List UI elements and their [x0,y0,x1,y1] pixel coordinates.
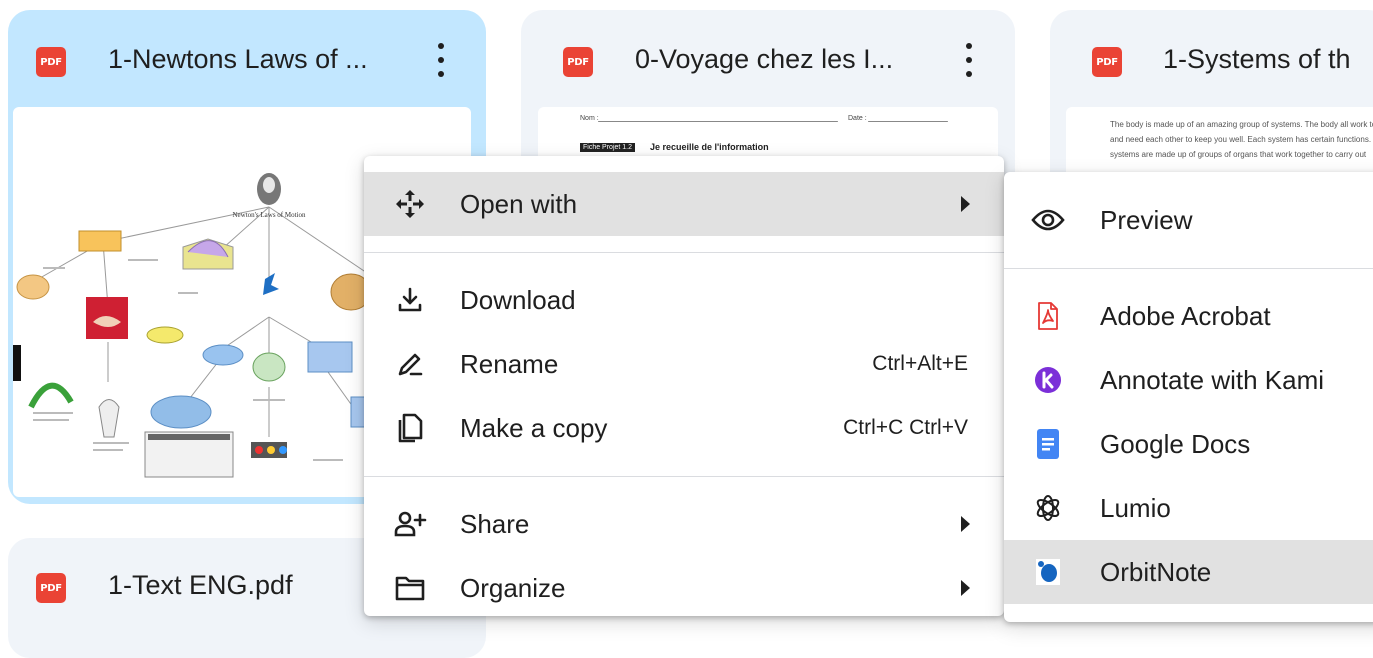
orbitnote-icon [1030,554,1066,590]
move-arrows-icon [392,186,428,222]
submenu-item-orbitnote[interactable]: OrbitNote [1004,540,1373,604]
menu-divider [1004,268,1373,269]
thumb-body-text: The body is made up of an amazing group … [1110,120,1373,159]
menu-item-rename[interactable]: Rename Ctrl+Alt+E [364,332,1004,396]
submenu-item-label: Annotate with Kami [1100,364,1325,395]
concept-map-title: Newton's Laws of Motion [232,211,306,219]
submenu-arrow-icon [961,516,970,532]
lumio-icon [1030,490,1066,526]
file-title: 0-Voyage chez les I... [635,44,894,74]
menu-item-share[interactable]: Share [364,492,1004,556]
kami-icon [1030,362,1066,398]
add-person-icon [392,506,428,542]
pdf-file-icon: PDF [1092,47,1122,77]
submenu-item-kami[interactable]: Annotate with Kami [1004,348,1373,412]
menu-divider [364,252,1004,253]
submenu-item-label: Lumio [1100,492,1171,523]
submenu-item-preview[interactable]: Preview [1004,188,1373,252]
context-menu: Open with Download Rename Ctrl+Alt+E Mak… [364,156,1004,616]
pdf-file-icon: PDF [36,573,66,603]
submenu-item-label: OrbitNote [1100,556,1212,587]
thumb-tag: Fiche Projet 1.2 [580,143,636,152]
more-options-icon[interactable] [965,43,973,77]
menu-divider [364,476,1004,477]
menu-item-open-with[interactable]: Open with [364,172,1004,236]
menu-item-label: Download [460,284,576,315]
submenu-item-google-docs[interactable]: Google Docs [1004,412,1373,476]
menu-item-label: Make a copy [460,412,608,443]
submenu-item-adobe-acrobat[interactable]: Adobe Acrobat [1004,284,1373,348]
menu-item-make-a-copy[interactable]: Make a copy Ctrl+C Ctrl+V [364,396,1004,460]
more-options-icon[interactable] [437,43,445,77]
menu-item-label: Organize [460,572,566,603]
submenu-item-lumio[interactable]: Lumio [1004,476,1373,540]
file-title: 1-Text ENG.pdf [108,570,293,600]
eye-icon [1030,202,1066,238]
thumb-line [868,121,948,122]
menu-item-download[interactable]: Download [364,268,1004,332]
thumb-date-label: Date : [848,115,867,122]
adobe-acrobat-icon [1030,298,1066,334]
menu-item-label: Share [460,508,530,539]
file-title: 1-Newtons Laws of ... [108,44,368,74]
submenu-arrow-icon [961,580,970,596]
submenu-arrow-icon [961,196,970,212]
copy-icon [392,410,428,446]
pdf-file-icon: PDF [36,47,66,77]
pencil-icon [392,346,428,382]
shortcut-text: Ctrl+C Ctrl+V [843,416,968,439]
menu-item-organize[interactable]: Organize [364,556,1004,620]
thumb-line [598,121,838,122]
menu-item-label: Rename [460,348,559,379]
pdf-file-icon: PDF [563,47,593,77]
google-docs-icon [1030,426,1066,462]
folder-icon [392,570,428,606]
menu-item-label: Open with [460,188,578,219]
file-title: 1-Systems of th [1163,44,1351,74]
open-with-submenu: Preview Adobe Acrobat Annotate with Kami… [1004,172,1373,622]
submenu-item-label: Preview [1100,204,1193,235]
submenu-item-label: Google Docs [1100,428,1251,459]
download-icon [392,282,428,318]
thumb-heading: Je recueille de l'information [650,142,769,152]
submenu-item-label: Adobe Acrobat [1100,300,1271,331]
thumb-name-label: Nom : [580,115,599,122]
shortcut-text: Ctrl+Alt+E [872,352,968,375]
